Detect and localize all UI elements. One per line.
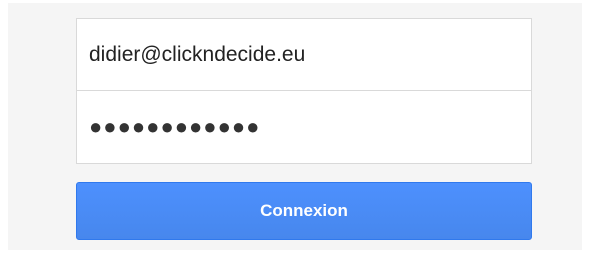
credentials-field-group: didier@clickndecide.eu ●●●●●●●●●●●●	[76, 18, 532, 164]
login-screen: didier@clickndecide.eu ●●●●●●●●●●●● Conn…	[0, 0, 590, 253]
email-field[interactable]: didier@clickndecide.eu	[77, 19, 531, 91]
password-field[interactable]: ●●●●●●●●●●●●	[77, 91, 531, 163]
connexion-button[interactable]: Connexion	[76, 182, 532, 240]
